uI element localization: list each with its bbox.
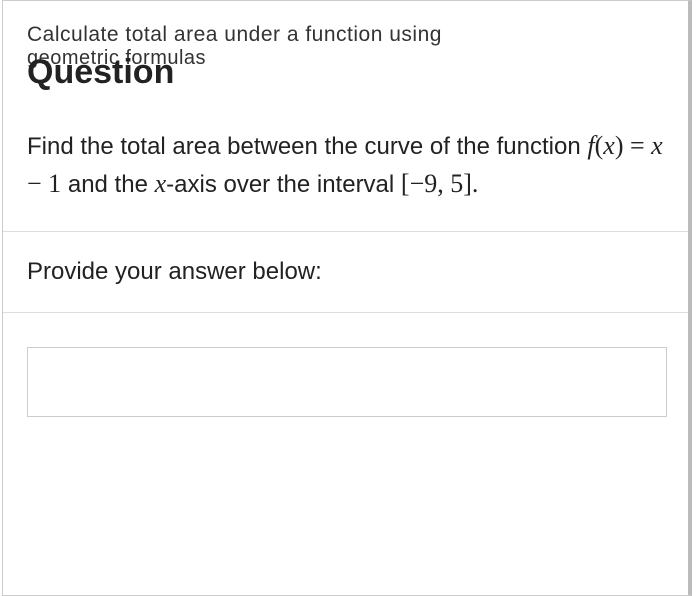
answer-prompt-section: Provide your answer below: — [3, 232, 688, 313]
axis-x: x — [155, 169, 167, 198]
answer-input[interactable] — [27, 347, 667, 417]
topic-line-1: Calculate total area under a function us… — [27, 23, 664, 47]
problem-text-before: Find the total area between the curve of… — [27, 133, 581, 160]
func-f: f — [587, 131, 594, 160]
answer-prompt: Provide your answer below: — [27, 258, 322, 285]
question-section: Calculate total area under a function us… — [3, 1, 688, 232]
question-heading: Question — [27, 53, 174, 92]
interval: [−9, 5]. — [401, 169, 478, 198]
func-x1: x — [603, 131, 615, 160]
heading-overlap: geometric formulas Question — [27, 49, 664, 91]
paren-open: ( — [595, 131, 604, 160]
problem-statement: Find the total area between the curve of… — [27, 127, 664, 203]
problem-text-axis: -axis over the interval — [166, 171, 401, 198]
func-x2: x — [651, 131, 663, 160]
problem-text-mid: and the — [61, 171, 154, 198]
answer-input-section — [3, 313, 688, 441]
question-card: Calculate total area under a function us… — [2, 0, 692, 596]
minus-one: − 1 — [27, 169, 61, 198]
equals: = — [623, 131, 651, 160]
